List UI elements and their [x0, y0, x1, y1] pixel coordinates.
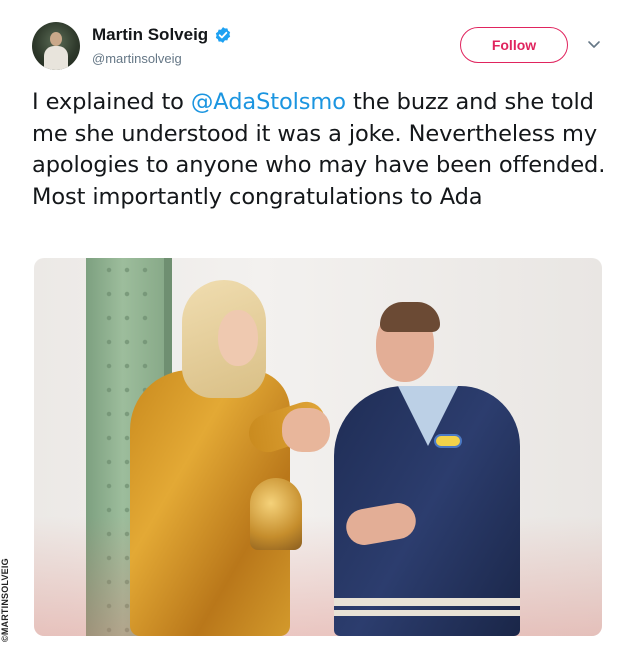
photo-credit-text: ©MARTINSOLVEIG	[0, 558, 10, 642]
author-name-row[interactable]: Martin Solveig	[92, 25, 232, 45]
tweet-photo[interactable]	[34, 258, 602, 636]
follow-button[interactable]: Follow	[460, 27, 568, 63]
avatar-head	[50, 32, 62, 46]
tweet-text: I explained to @AdaStolsmo the buzz and …	[32, 87, 612, 213]
jacket-stripe-2	[334, 610, 520, 616]
avatar[interactable]	[32, 22, 80, 70]
author-handle[interactable]: @martinsolveig	[92, 51, 182, 66]
author-name[interactable]: Martin Solveig	[92, 25, 208, 45]
clasped-hands	[282, 408, 330, 452]
trophy	[250, 478, 302, 550]
verified-badge-icon	[216, 27, 231, 43]
tweet-text-start: I explained to	[32, 89, 191, 115]
tweet-header: Martin Solveig @martinsolveig Follow	[30, 20, 610, 74]
woman-face	[218, 310, 258, 366]
avatar-body	[44, 46, 68, 70]
jacket-patch	[434, 434, 462, 448]
man-hair	[380, 302, 440, 332]
mention-link[interactable]: @AdaStolsmo	[191, 89, 346, 115]
photo-credit: ©MARTINSOLVEIG	[0, 552, 12, 646]
chevron-down-icon[interactable]	[586, 36, 602, 52]
jacket-stripe	[334, 598, 520, 606]
